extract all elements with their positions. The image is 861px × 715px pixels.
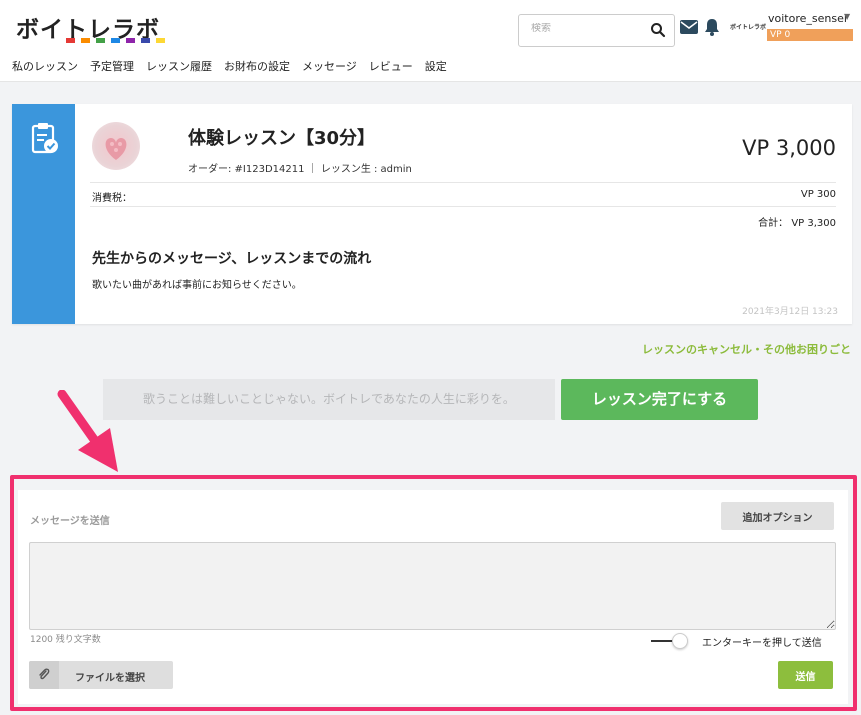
total-amount: 合計： VP 3,300 xyxy=(758,218,836,229)
top-header: ボイトレラボ ボイトレラボ voitore_sensei ▼ VP 0 私のレッ… xyxy=(0,0,861,82)
divider xyxy=(90,206,836,207)
card-date: 2021年3月12日 13:23 xyxy=(742,307,838,317)
lesson-price: VP 3,000 xyxy=(742,136,836,160)
mini-logo: ボイトレラボ xyxy=(730,24,767,31)
nav-reviews[interactable]: レビュー xyxy=(369,58,413,74)
paperclip-icon xyxy=(39,668,50,680)
char-count: 1200 残り文字数 xyxy=(30,635,101,645)
order-info: オーダー: #I123D14211 ｜ レッスン生 : admin xyxy=(188,164,412,175)
search-box xyxy=(518,14,675,47)
mail-icon[interactable] xyxy=(680,20,698,34)
motto-banner: 歌うことは難しいことじゃない。ボイトレであなたの人生に彩りを。 xyxy=(103,379,555,420)
username[interactable]: voitore_sensei xyxy=(768,12,847,25)
nav-messages[interactable]: メッセージ xyxy=(302,58,357,74)
nav-settings[interactable]: 設定 xyxy=(425,58,447,74)
nav-schedule[interactable]: 予定管理 xyxy=(90,58,134,74)
enter-send-toggle[interactable] xyxy=(672,633,688,649)
arrow-icon xyxy=(57,390,118,472)
message-panel-title: メッセージを送信 xyxy=(30,516,110,527)
nav-lesson-history[interactable]: レッスン履歴 xyxy=(146,58,212,74)
lesson-title: 体験レッスン【30分】 xyxy=(188,128,376,149)
cancel-help-link[interactable]: レッスンのキャンセル・その他お困りごと xyxy=(642,341,851,357)
heart-icon xyxy=(105,138,127,160)
complete-lesson-button[interactable]: レッスン完了にする xyxy=(561,379,758,420)
card-accent-stripe xyxy=(12,104,75,324)
vp-balance-badge: VP 0 xyxy=(767,29,853,41)
send-button[interactable]: 送信 xyxy=(778,661,833,689)
chevron-down-icon[interactable]: ▼ xyxy=(844,12,850,21)
paperclip-box xyxy=(29,661,59,689)
search-input[interactable] xyxy=(531,23,641,34)
logo-color-dots xyxy=(66,38,165,43)
nav-my-lessons[interactable]: 私のレッスン xyxy=(12,58,78,74)
choose-file-label: ファイルを選択 xyxy=(75,673,145,684)
teacher-message-heading: 先生からのメッセージ、レッスンまでの流れ xyxy=(92,251,372,267)
teacher-avatar xyxy=(92,122,140,170)
divider xyxy=(90,182,836,183)
message-panel: メッセージを送信 追加オプション 1200 残り文字数 エンターキーを押して送信… xyxy=(18,490,848,704)
additional-options-button[interactable]: 追加オプション xyxy=(721,502,834,530)
search-icon[interactable] xyxy=(650,22,666,38)
enter-send-label: エンターキーを押して送信 xyxy=(702,638,822,649)
message-textarea[interactable] xyxy=(29,542,836,630)
tax-label: 消費税： xyxy=(92,193,132,204)
lesson-card: 体験レッスン【30分】 オーダー: #I123D14211 ｜ レッスン生 : … xyxy=(12,104,852,324)
bell-icon[interactable] xyxy=(704,18,720,36)
clipboard-check-icon xyxy=(31,123,58,154)
choose-file-button[interactable]: ファイルを選択 xyxy=(29,661,173,689)
main-nav: 私のレッスン 予定管理 レッスン履歴 お財布の設定 メッセージ レビュー 設定 xyxy=(12,58,447,74)
teacher-message-body: 歌いたい曲があれば事前にお知らせください。 xyxy=(92,280,302,291)
tax-value: VP 300 xyxy=(800,189,836,200)
nav-wallet-settings[interactable]: お財布の設定 xyxy=(224,58,290,74)
